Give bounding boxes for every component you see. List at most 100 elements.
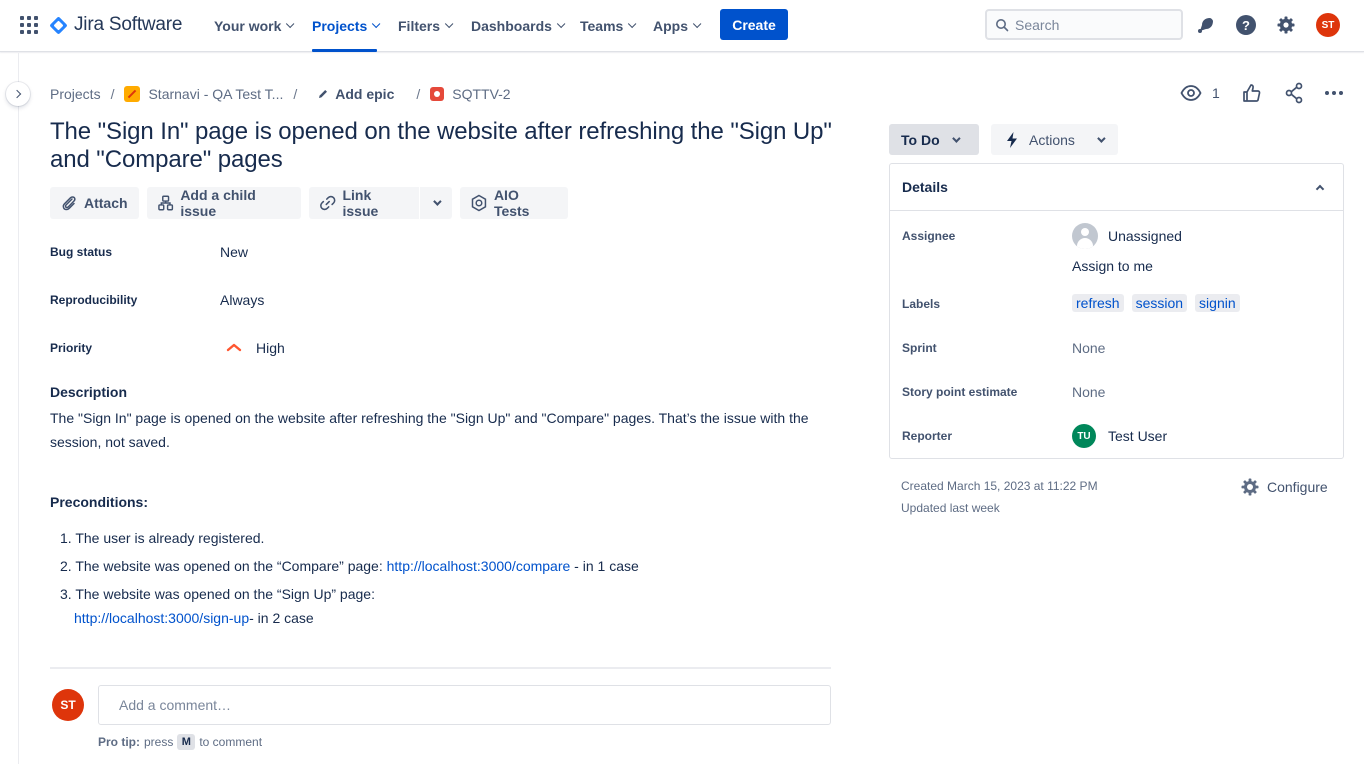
preconditions-heading: Preconditions: — [50, 494, 149, 510]
list-number: 1. — [60, 530, 72, 546]
child-issue-icon — [158, 195, 174, 211]
assignee-label: Assignee — [902, 229, 956, 243]
list-number: 2. — [60, 558, 72, 574]
share-button[interactable] — [1284, 81, 1304, 105]
watch-button[interactable]: 1 — [1180, 81, 1220, 105]
description-text[interactable]: The "Sign In" page is opened on the webs… — [50, 406, 840, 454]
label-chip[interactable]: signin — [1195, 294, 1240, 312]
labels-value[interactable]: refresh session signin — [1072, 294, 1248, 312]
paperclip-icon — [62, 196, 76, 211]
nav-dashboards-label: Dashboards — [471, 18, 552, 34]
breadcrumb-projects[interactable]: Projects — [50, 86, 101, 102]
assignee-value[interactable]: Unassigned — [1072, 223, 1182, 249]
watchers-count: 1 — [1212, 85, 1220, 101]
sprint-value[interactable]: None — [1072, 340, 1105, 356]
chevron-down-icon — [692, 19, 702, 29]
status-dropdown[interactable]: To Do — [889, 124, 979, 155]
chevron-down-icon — [1097, 133, 1106, 143]
breadcrumb-separator: / — [110, 86, 115, 102]
pro-tip-label: Pro tip: — [98, 735, 140, 749]
chevron-up-icon[interactable] — [1315, 184, 1325, 193]
actions-dropdown[interactable]: Actions — [991, 124, 1118, 155]
assignee-name: Unassigned — [1108, 228, 1182, 244]
breadcrumb-project[interactable]: Starnavi - QA Test T... — [148, 86, 283, 102]
details-panel: Details Assignee Unassigned Assign to me… — [889, 163, 1344, 459]
compare-link[interactable]: http://localhost:3000/compare — [387, 558, 571, 574]
nav-dashboards[interactable]: Dashboards — [471, 0, 566, 52]
list-number: 3. — [60, 586, 72, 602]
priority-value[interactable]: High — [220, 340, 285, 356]
breadcrumb: Projects / Starnavi - QA Test T... / Add… — [50, 84, 511, 104]
more-link-options-button[interactable] — [420, 187, 452, 219]
more-actions-button[interactable] — [1324, 81, 1344, 105]
top-navigation: Jira Software Your work Projects Filters… — [0, 0, 1364, 52]
precondition-suffix: - in 1 case — [570, 558, 639, 574]
breadcrumb-separator: / — [416, 86, 421, 102]
label-chip[interactable]: refresh — [1072, 294, 1124, 312]
story-points-value[interactable]: None — [1072, 384, 1105, 400]
created-timestamp: Created March 15, 2023 at 11:22 PM — [901, 479, 1098, 493]
help-glyph: ? — [1236, 15, 1256, 35]
eye-icon — [1180, 85, 1202, 101]
pro-tip: Pro tip: press M to comment — [98, 734, 262, 750]
add-epic-button[interactable]: Add epic — [317, 86, 394, 102]
pencil-icon — [317, 88, 329, 100]
pro-tip-press: press — [144, 735, 174, 749]
app-switcher-icon[interactable] — [20, 16, 38, 34]
search-input[interactable] — [1015, 16, 1165, 33]
updated-timestamp: Updated last week — [901, 501, 1000, 515]
lightning-icon — [1007, 131, 1017, 148]
notifications-icon[interactable] — [1194, 13, 1218, 37]
search-box[interactable] — [985, 9, 1183, 40]
create-button[interactable]: Create — [720, 9, 788, 40]
thumbs-up-icon — [1243, 84, 1261, 102]
details-header[interactable]: Details — [890, 164, 1343, 211]
comment-input[interactable]: Add a comment… — [98, 685, 831, 725]
attach-button[interactable]: Attach — [50, 187, 139, 219]
breadcrumb-issue-key[interactable]: SQTTV-2 — [452, 86, 510, 102]
nav-teams-label: Teams — [580, 18, 624, 34]
project-icon — [124, 86, 141, 102]
label-chip[interactable]: session — [1131, 294, 1188, 312]
sign-up-link[interactable]: http://localhost:3000/sign-up — [74, 610, 249, 626]
expand-sidebar-button[interactable] — [6, 82, 30, 106]
chevron-down-icon — [628, 19, 637, 29]
list-item: 1. The user is already registered. — [60, 526, 264, 550]
nav-filters[interactable]: Filters — [398, 0, 454, 52]
bug-status-value[interactable]: New — [220, 244, 248, 260]
description-heading: Description — [50, 384, 128, 400]
add-child-issue-button[interactable]: Add a child issue — [147, 187, 301, 219]
actions-label: Actions — [1029, 131, 1075, 148]
chevron-down-icon — [433, 197, 442, 206]
configure-button[interactable]: Configure — [1240, 477, 1328, 497]
link-issue-button[interactable]: Link issue — [309, 187, 419, 219]
link-issue-label: Link issue — [342, 187, 379, 219]
issue-title[interactable]: The "Sign In" page is opened on the webs… — [50, 118, 840, 174]
jira-logo[interactable]: Jira Software — [49, 13, 182, 37]
nav-teams[interactable]: Teams — [580, 0, 637, 52]
reproducibility-value[interactable]: Always — [220, 292, 264, 308]
nav-projects-label: Projects — [312, 18, 368, 34]
profile-avatar[interactable]: ST — [1316, 13, 1340, 37]
nav-your-work[interactable]: Your work — [214, 0, 295, 52]
reporter-value[interactable]: TU Test User — [1072, 424, 1167, 448]
bug-status-label: Bug status — [50, 245, 113, 259]
nav-your-work-label: Your work — [214, 18, 282, 34]
help-icon[interactable]: ? — [1234, 13, 1258, 37]
vote-button[interactable] — [1242, 81, 1262, 105]
nav-apps-label: Apps — [653, 18, 688, 34]
chevron-down-icon — [372, 19, 381, 29]
aio-tests-button[interactable]: AIO Tests — [460, 187, 568, 219]
chevron-down-icon — [951, 133, 961, 143]
nav-apps[interactable]: Apps — [653, 0, 702, 52]
precondition-text: The website was opened on the “Compare” … — [75, 558, 387, 574]
nav-projects[interactable]: Projects — [312, 0, 381, 52]
avatar: ST — [52, 689, 84, 721]
reporter-label: Reporter — [902, 429, 953, 443]
add-epic-label: Add epic — [335, 86, 395, 102]
aio-tests-label: AIO Tests — [493, 187, 530, 219]
story-points-label: Story point estimate — [902, 385, 1018, 399]
settings-icon[interactable] — [1274, 13, 1298, 37]
priority-label: Priority — [50, 341, 93, 355]
assign-to-me-link[interactable]: Assign to me — [1072, 258, 1153, 274]
